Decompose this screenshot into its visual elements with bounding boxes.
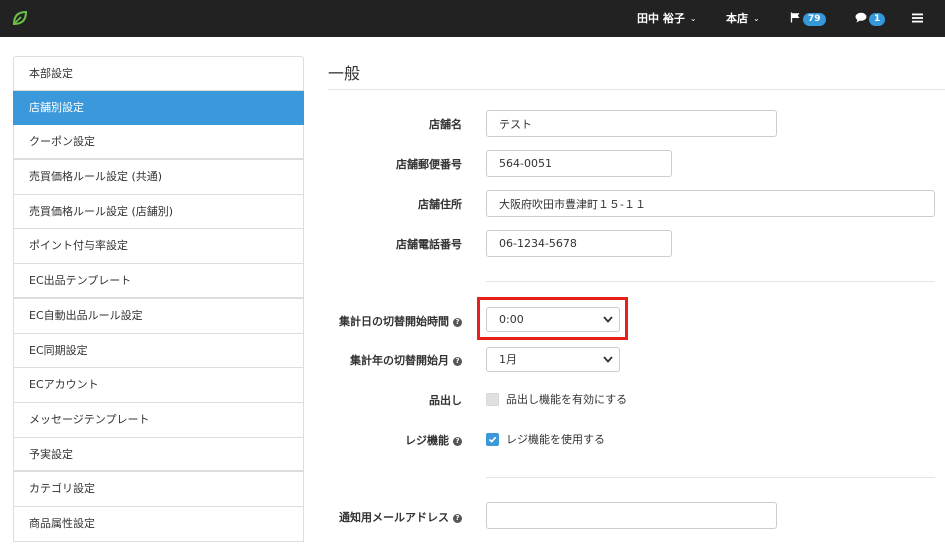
year-switch-label-text: 集計年の切替開始月 [350,354,449,367]
address-input[interactable] [499,191,934,216]
chevron-down-icon [603,356,613,363]
postal-code-label: 店舗郵便番号 [396,158,462,171]
sidebar-item-price-rules-common[interactable]: 売買価格ルール設定 (共通) [13,160,304,195]
section-divider [486,281,935,282]
picking-checkbox-label: 品出し機能を有効にする [506,393,628,406]
register-checkbox-label: レジ機能を使用する [506,433,605,446]
flag-icon [790,12,800,23]
hamburger-menu[interactable] [912,0,923,37]
picking-checkbox-row[interactable]: 品出し機能を有効にする [486,391,627,407]
page-title: 一般 [328,64,361,83]
notify-email-field[interactable] [486,502,777,529]
message-notifications[interactable]: 1 [855,0,886,37]
register-checkbox-row[interactable]: レジ機能を使用する [486,431,605,447]
leaf-logo-icon[interactable] [11,9,29,27]
sidebar-item-price-rules-store[interactable]: 売買価格ルール設定 (店舗別) [13,194,304,230]
postal-code-field[interactable] [486,150,672,177]
address-label: 店舗住所 [418,198,462,211]
sidebar-item-hq-settings[interactable]: 本部設定 [13,56,304,91]
sidebar-item-budget-actual[interactable]: 予実設定 [13,437,304,473]
user-menu[interactable]: 田中 裕子 ⌄ [637,0,697,37]
sidebar-item-ec-account[interactable]: ECアカウント [13,368,304,403]
sidebar-item-category[interactable]: カテゴリ設定 [13,472,304,507]
register-checkbox[interactable] [486,432,499,446]
year-switch-value: 1月 [499,353,517,366]
phone-field[interactable] [486,230,672,257]
postal-code-input[interactable] [499,151,671,176]
top-navbar: 田中 裕子 ⌄ 本店 ⌄ 79 1 [0,0,945,37]
address-field[interactable] [486,190,935,217]
register-label-text: レジ機能 [405,434,449,447]
sidebar-item-message-template[interactable]: メッセージテンプレート [13,402,304,438]
register-label: レジ機能? [405,432,462,448]
store-name-field[interactable] [486,110,777,137]
highlight-box [477,297,628,340]
sidebar-item-store-settings[interactable]: 店舗別設定 [13,90,304,126]
flag-notifications[interactable]: 79 [790,0,826,37]
user-name: 田中 裕子 [637,12,685,25]
sidebar-item-coupon-settings[interactable]: クーポン設定 [13,125,304,161]
phone-label: 店舗電話番号 [396,238,462,251]
year-switch-label: 集計年の切替開始月? [350,352,462,368]
check-icon [488,436,497,443]
sidebar-item-point-rate[interactable]: ポイント付与率設定 [13,229,304,265]
message-count-badge: 1 [869,13,886,26]
help-icon[interactable]: ? [453,514,462,523]
picking-label: 品出し [429,394,462,407]
section-divider [486,477,935,478]
help-icon[interactable]: ? [453,357,462,366]
comment-icon [855,12,867,23]
help-icon[interactable]: ? [453,318,462,327]
notify-email-label-text: 通知用メールアドレス [339,511,449,524]
chevron-down-icon: ⌄ [689,14,697,23]
flag-count-badge: 79 [803,13,826,26]
sidebar-item-ec-auto-listing[interactable]: EC自動出品ルール設定 [13,298,304,334]
sidebar-item-ec-listing-template[interactable]: EC出品テンプレート [13,264,304,299]
help-icon[interactable]: ? [453,437,462,446]
store-name-label: 店舗名 [429,118,462,131]
store-menu[interactable]: 本店 ⌄ [726,0,760,37]
settings-sidebar: 本部設定 店舗別設定 クーポン設定 売買価格ルール設定 (共通) 売買価格ルール… [13,56,304,542]
sidebar-item-ec-sync[interactable]: EC同期設定 [13,333,304,369]
year-switch-select[interactable]: 1月 [486,347,620,372]
title-divider [328,89,945,90]
day-switch-label: 集計日の切替開始時間? [339,313,462,329]
notify-email-label: 通知用メールアドレス? [339,509,462,525]
menu-icon [912,13,923,23]
store-name: 本店 [726,12,748,25]
store-name-input[interactable] [499,111,776,136]
sidebar-item-product-attributes[interactable]: 商品属性設定 [13,506,304,542]
chevron-down-icon: ⌄ [753,14,760,23]
phone-input[interactable] [499,231,671,256]
day-switch-label-text: 集計日の切替開始時間 [339,315,449,328]
picking-checkbox[interactable] [486,392,499,406]
notify-email-input[interactable] [499,503,776,528]
